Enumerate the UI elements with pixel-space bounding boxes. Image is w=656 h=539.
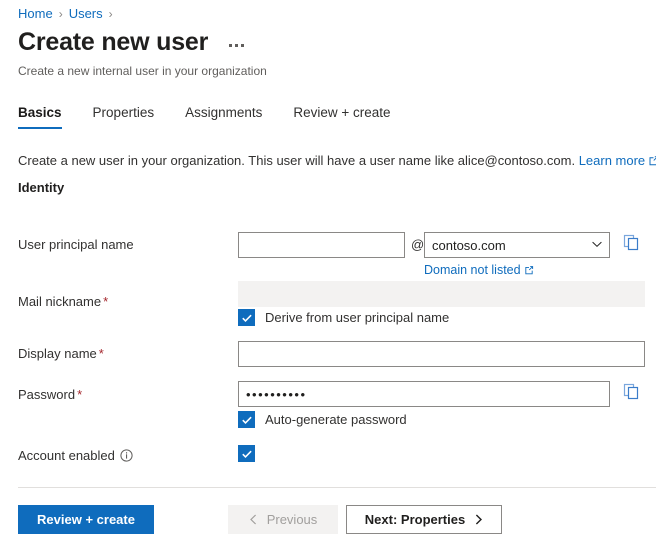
more-commands-icon[interactable] xyxy=(226,41,247,50)
external-link-icon xyxy=(648,153,656,171)
auto-generate-password-row: Auto-generate password xyxy=(238,411,407,428)
chevron-down-icon xyxy=(591,238,603,253)
copy-user-principal-name-button[interactable] xyxy=(620,234,642,256)
copy-password-button[interactable] xyxy=(620,383,642,405)
footer-divider xyxy=(18,487,656,488)
chevron-right-icon xyxy=(474,514,483,525)
external-link-icon xyxy=(524,263,534,279)
field-row-password: Password * •••••••••• Auto-generate passw… xyxy=(0,381,656,429)
auto-generate-password-label: Auto-generate password xyxy=(265,412,407,427)
section-title-identity: Identity xyxy=(18,180,65,195)
ellipsis-dot xyxy=(229,43,233,47)
intro-text: Create a new user in your organization. … xyxy=(18,153,576,168)
required-mark: * xyxy=(98,346,104,361)
tab-assignments[interactable]: Assignments xyxy=(185,104,262,129)
previous-button[interactable]: Previous xyxy=(228,505,338,534)
at-symbol: @ xyxy=(411,237,425,252)
field-row-display-name: Display name * xyxy=(0,341,656,369)
title-row: Create new user xyxy=(18,27,247,57)
field-row-user-principal-name: User principal name @ contoso.com Domain… xyxy=(0,232,656,278)
label-account-enabled: Account enabled xyxy=(18,447,133,466)
password-input[interactable]: •••••••••• xyxy=(238,381,610,407)
next-properties-button[interactable]: Next: Properties xyxy=(346,505,502,534)
label-display-name: Display name * xyxy=(18,346,104,361)
account-enabled-checkbox[interactable] xyxy=(238,445,255,462)
info-icon[interactable] xyxy=(120,449,133,466)
display-name-input[interactable] xyxy=(238,341,645,367)
domain-not-listed-link[interactable]: Domain not listed xyxy=(424,262,534,279)
field-row-mail-nickname: Mail nickname * Derive from user principa… xyxy=(0,281,656,329)
ellipsis-dot xyxy=(235,43,239,47)
tab-basics[interactable]: Basics xyxy=(18,104,62,129)
tab-review-create[interactable]: Review + create xyxy=(293,104,390,129)
copy-icon xyxy=(623,234,640,256)
ellipsis-dot xyxy=(241,43,245,47)
field-row-account-enabled: Account enabled xyxy=(0,445,656,467)
chevron-left-icon xyxy=(249,514,258,525)
page-title: Create new user xyxy=(18,28,209,56)
tab-list: Basics Properties Assignments Review + c… xyxy=(18,104,391,129)
page-subtitle: Create a new internal user in your organ… xyxy=(18,64,267,78)
derive-from-upn-label: Derive from user principal name xyxy=(265,310,450,325)
auto-generate-password-checkbox[interactable] xyxy=(238,411,255,428)
review-create-button[interactable]: Review + create xyxy=(18,505,154,534)
previous-button-label: Previous xyxy=(266,512,318,527)
domain-select[interactable]: contoso.com xyxy=(424,232,610,258)
breadcrumb-item-home[interactable]: Home xyxy=(18,6,53,22)
mail-nickname-input[interactable] xyxy=(238,281,645,307)
create-new-user-page: Home › Users › Create new user Create a … xyxy=(0,0,656,539)
derive-from-upn-checkbox[interactable] xyxy=(238,309,255,326)
footer-actions: Review + create Previous Next: Propertie… xyxy=(0,505,656,535)
required-mark: * xyxy=(103,294,109,309)
breadcrumb: Home › Users › xyxy=(18,6,119,22)
breadcrumb-separator: › xyxy=(58,7,63,21)
tab-properties[interactable]: Properties xyxy=(93,104,155,129)
breadcrumb-item-users[interactable]: Users xyxy=(69,6,103,22)
label-mail-nickname: Mail nickname * xyxy=(18,294,109,309)
label-password: Password * xyxy=(18,387,83,402)
derive-from-upn-row: Derive from user principal name xyxy=(238,309,449,326)
user-principal-name-input[interactable] xyxy=(238,232,405,258)
copy-icon xyxy=(623,383,640,405)
domain-select-value: contoso.com xyxy=(432,237,506,253)
required-mark: * xyxy=(77,387,83,402)
learn-more-link[interactable]: Learn more xyxy=(579,153,645,168)
next-properties-button-label: Next: Properties xyxy=(364,512,466,527)
label-user-principal-name: User principal name xyxy=(18,237,134,252)
intro-text-row: Create a new user in your organization. … xyxy=(18,152,656,171)
breadcrumb-separator: › xyxy=(108,7,113,21)
account-enabled-row xyxy=(238,445,255,462)
